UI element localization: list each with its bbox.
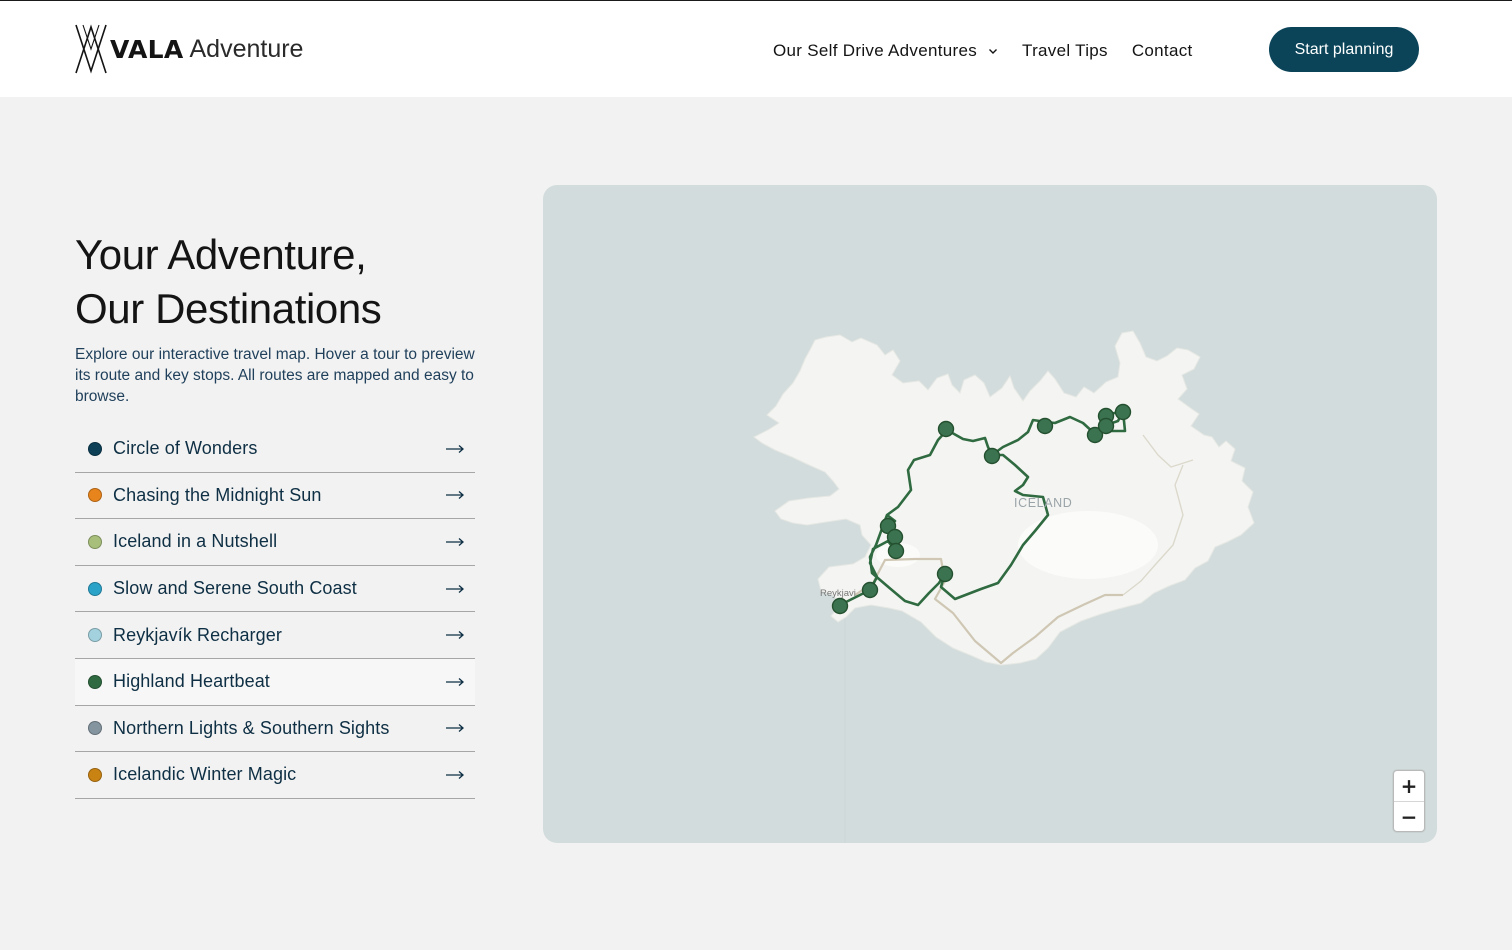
zoom-out-button[interactable]: −: [1394, 801, 1424, 831]
page-title: Your Adventure, Our Destinations: [75, 228, 382, 336]
arrow-right-icon: [446, 631, 464, 640]
interactive-map[interactable]: ICELAND Reykjavi + −: [543, 185, 1437, 843]
tour-color-dot: [88, 628, 102, 643]
country-label: ICELAND: [1014, 496, 1072, 510]
nav-self-drive-adventures[interactable]: Our Self Drive Adventures: [773, 41, 998, 61]
brand-name-bold: VALA: [110, 34, 184, 64]
nav-item-label: Contact: [1131, 41, 1193, 60]
tour-label: Highland Heartbeat: [113, 671, 270, 692]
tour-item-chasing-the-midnight-sun[interactable]: Chasing the Midnight Sun: [75, 473, 475, 520]
route-stop-marker[interactable]: [831, 597, 849, 615]
route-stop-marker[interactable]: [1097, 417, 1115, 435]
start-planning-button[interactable]: Start planning: [1269, 27, 1419, 72]
tour-item-northern-lights-southern-sights[interactable]: Northern Lights & Southern Sights: [75, 706, 475, 753]
arrow-right-icon: [446, 677, 464, 686]
tour-item-highland-heartbeat[interactable]: Highland Heartbeat: [75, 658, 475, 706]
route-stop-marker[interactable]: [1036, 417, 1054, 435]
arrow-right-icon: [446, 537, 464, 546]
zoom-control: + −: [1393, 770, 1425, 832]
tour-item-slow-and-serene-south-coast[interactable]: Slow and Serene South Coast: [75, 566, 475, 613]
tour-color-dot: [88, 534, 102, 549]
tour-label: Iceland in a Nutshell: [113, 531, 278, 552]
tour-color-dot: [88, 674, 102, 689]
brand-logo[interactable]: VALA Adventure: [74, 23, 303, 75]
tour-item-iceland-in-a-nutshell[interactable]: Iceland in a Nutshell: [75, 519, 475, 566]
route-stop-marker[interactable]: [937, 420, 955, 438]
tour-item-icelandic-winter-magic[interactable]: Icelandic Winter Magic: [75, 752, 475, 799]
tour-label: Slow and Serene South Coast: [113, 578, 357, 599]
glacier-shape: [1018, 511, 1158, 579]
tour-label: Chasing the Midnight Sun: [113, 484, 322, 505]
arrow-right-icon: [446, 770, 464, 779]
tour-color-dot: [88, 488, 102, 503]
nav-item-label: Travel Tips: [1022, 41, 1108, 60]
route-stop-marker[interactable]: [1114, 403, 1132, 421]
hero-description: Explore our interactive travel map. Hove…: [75, 346, 475, 405]
route-stop-marker[interactable]: [983, 447, 1001, 465]
tour-label: Circle of Wonders: [113, 438, 258, 459]
tour-list: Circle of Wonders Chasing the Midnight S…: [75, 426, 475, 799]
title-line-1: Your Adventure,: [75, 231, 367, 278]
arrow-right-icon: [446, 724, 464, 733]
zoom-in-button[interactable]: +: [1394, 771, 1424, 801]
tour-label: Northern Lights & Southern Sights: [113, 717, 390, 738]
nav-contact[interactable]: Contact: [1132, 41, 1193, 61]
route-stop-marker[interactable]: [936, 565, 954, 583]
tour-color-dot: [88, 581, 102, 596]
nav-travel-tips[interactable]: Travel Tips: [1022, 41, 1108, 61]
title-line-2: Our Destinations: [75, 285, 382, 332]
tour-color-dot: [88, 441, 102, 456]
route-stop-marker[interactable]: [886, 528, 904, 546]
arrow-right-icon: [446, 491, 464, 500]
tour-color-dot: [88, 767, 102, 782]
tour-item-circle-of-wonders[interactable]: Circle of Wonders: [75, 426, 475, 473]
nav-item-label: Our Self Drive Adventures: [773, 41, 978, 60]
tour-label: Reykjavík Recharger: [113, 624, 282, 645]
map-canvas: ICELAND Reykjavi: [753, 330, 1255, 843]
logo-mark-icon: [75, 24, 107, 74]
route-stop-marker[interactable]: [887, 542, 905, 560]
tour-item-reykjavik-recharger[interactable]: Reykjavík Recharger: [75, 612, 475, 659]
site-header: VALA Adventure Our Self Drive Adventures…: [0, 1, 1512, 97]
brand-name-light: Adventure: [189, 34, 304, 63]
main-nav: Our Self Drive Adventures Travel Tips Co…: [773, 39, 1193, 63]
chevron-down-icon: [989, 49, 998, 54]
city-label-reykjavik: Reykjavi: [820, 588, 856, 599]
arrow-right-icon: [446, 444, 464, 453]
tour-color-dot: [88, 721, 102, 736]
arrow-right-icon: [446, 584, 464, 593]
route-stop-marker[interactable]: [861, 581, 879, 599]
tour-label: Icelandic Winter Magic: [113, 764, 297, 785]
